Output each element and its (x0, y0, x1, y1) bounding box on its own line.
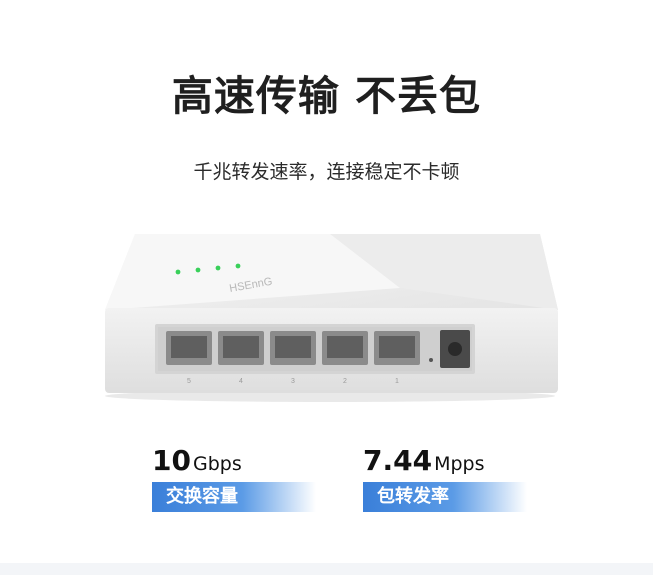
subheadline: 千兆转发速率，连接稳定不卡顿 (193, 161, 460, 183)
stat-unit: Gbps (192, 453, 242, 475)
port-number: 3 (291, 378, 295, 385)
port-number: 4 (239, 378, 243, 385)
stat-value: 10 (152, 444, 191, 477)
bottom-divider (0, 563, 653, 575)
ethernet-ports (166, 331, 420, 365)
stat-switching-capacity: 10 Gbps 交换容量 (152, 446, 316, 512)
stat-label-badge: 交换容量 (152, 482, 316, 512)
switch-product-image: 5 4 3 2 1 HSEnnG (105, 234, 558, 402)
stat-unit: Mpps (434, 453, 485, 475)
headline: 高速传输 不丢包 (171, 72, 482, 120)
port-number: 5 (187, 378, 191, 385)
stat-packet-forwarding-rate: 7.44 Mpps 包转发率 (363, 446, 527, 512)
port-number: 2 (343, 378, 347, 385)
stat-label-badge: 包转发率 (363, 482, 527, 512)
port-number: 1 (395, 378, 399, 385)
stat-value: 7.44 (363, 444, 433, 477)
